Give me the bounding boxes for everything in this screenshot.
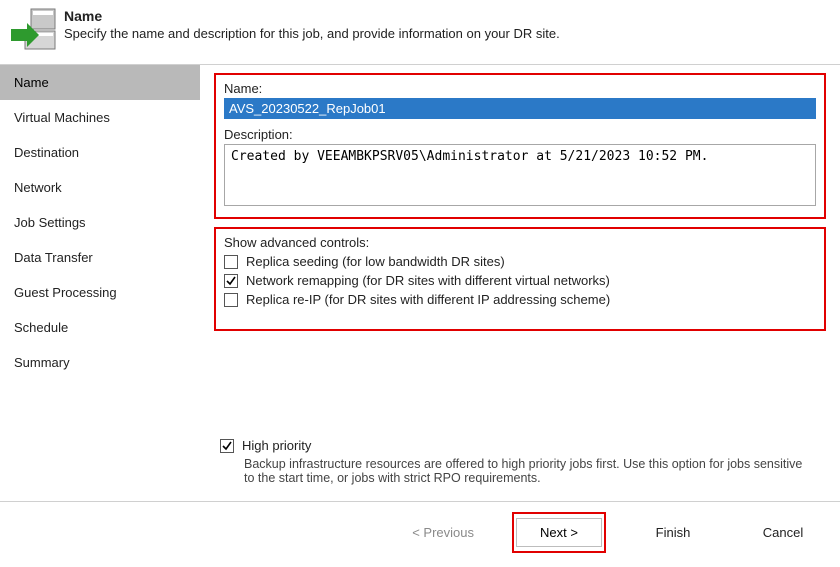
checkbox-row-replica-reip: Replica re-IP (for DR sites with differe… xyxy=(224,292,816,307)
next-button-highlight: Next > xyxy=(512,512,606,553)
sidebar-item-virtual-machines[interactable]: Virtual Machines xyxy=(0,100,200,135)
cancel-button[interactable]: Cancel xyxy=(740,519,826,546)
sidebar-item-job-settings[interactable]: Job Settings xyxy=(0,205,200,240)
description-label: Description: xyxy=(224,127,816,142)
checkbox-row-network-remapping: Network remapping (for DR sites with dif… xyxy=(224,273,816,288)
checkbox-network-remapping[interactable] xyxy=(224,274,238,288)
wizard-footer: < Previous Next > Finish Cancel xyxy=(0,501,840,567)
checkbox-replica-reip[interactable] xyxy=(224,293,238,307)
checkbox-replica-seeding[interactable] xyxy=(224,255,238,269)
sidebar-item-summary[interactable]: Summary xyxy=(0,345,200,380)
name-input[interactable] xyxy=(224,98,816,119)
finish-button[interactable]: Finish xyxy=(630,519,716,546)
sidebar-item-destination[interactable]: Destination xyxy=(0,135,200,170)
sidebar-item-data-transfer[interactable]: Data Transfer xyxy=(0,240,200,275)
checkbox-label-replica-reip: Replica re-IP (for DR sites with differe… xyxy=(246,292,610,307)
wizard-steps: Name Virtual Machines Destination Networ… xyxy=(0,65,200,501)
sidebar-item-network[interactable]: Network xyxy=(0,170,200,205)
name-group-highlight: Name: Description: Created by VEEAMBKPSR… xyxy=(214,73,826,219)
wizard-header: Name Specify the name and description fo… xyxy=(0,0,840,65)
previous-button: < Previous xyxy=(398,519,488,546)
form-panel: Name: Description: Created by VEEAMBKPSR… xyxy=(200,65,840,501)
checkbox-high-priority[interactable] xyxy=(220,439,234,453)
advanced-title: Show advanced controls: xyxy=(224,235,816,250)
description-input[interactable]: Created by VEEAMBKPSRV05\Administrator a… xyxy=(224,144,816,206)
sidebar-item-name[interactable]: Name xyxy=(0,65,200,100)
page-title: Name xyxy=(64,8,560,24)
high-priority-description: Backup infrastructure resources are offe… xyxy=(244,457,804,485)
advanced-group-highlight: Show advanced controls: Replica seeding … xyxy=(214,227,826,331)
checkbox-label-replica-seeding: Replica seeding (for low bandwidth DR si… xyxy=(246,254,505,269)
sidebar-item-schedule[interactable]: Schedule xyxy=(0,310,200,345)
checkbox-label-network-remapping: Network remapping (for DR sites with dif… xyxy=(246,273,610,288)
checkbox-row-replica-seeding: Replica seeding (for low bandwidth DR si… xyxy=(224,254,816,269)
name-label: Name: xyxy=(224,81,816,96)
next-button[interactable]: Next > xyxy=(516,518,602,547)
high-priority-block: High priority Backup infrastructure reso… xyxy=(220,434,826,485)
page-subtitle: Specify the name and description for thi… xyxy=(64,26,560,41)
sidebar-item-guest-processing[interactable]: Guest Processing xyxy=(0,275,200,310)
checkbox-label-high-priority: High priority xyxy=(242,438,311,453)
wizard-icon xyxy=(4,6,64,54)
